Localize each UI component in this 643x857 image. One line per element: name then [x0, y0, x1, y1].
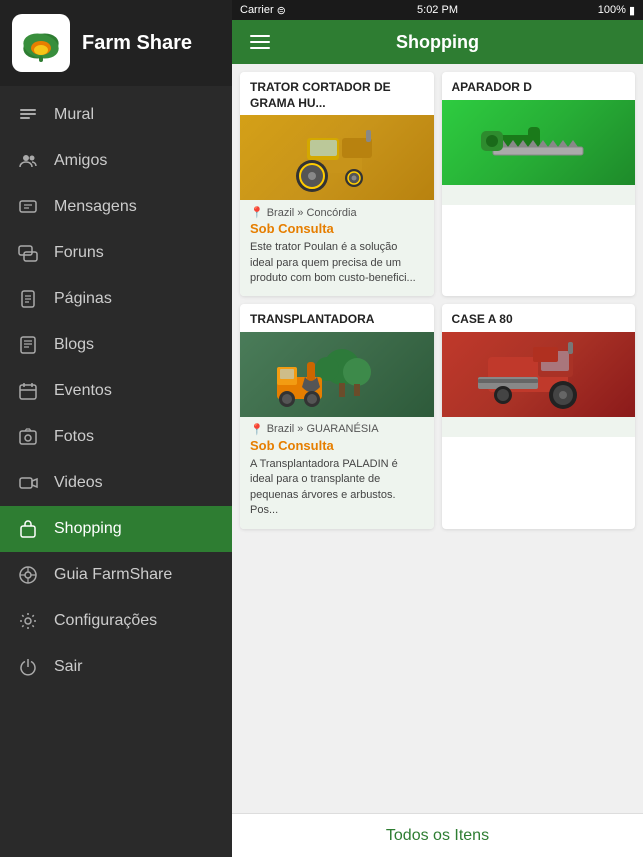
product-title: TRATOR CORTADOR DE GRAMA HU...: [250, 80, 424, 111]
card-body: 📍 Brazil » GUARANÉSIA Sob Consulta A Tra…: [240, 417, 434, 529]
wall-icon: [16, 103, 40, 127]
hamburger-line-2: [250, 41, 270, 43]
product-description: A Transplantadora PALADIN é ideal para o…: [250, 457, 424, 519]
card-body: [442, 417, 636, 437]
people-icon: [16, 149, 40, 173]
location-pin-icon: 📍: [250, 423, 264, 436]
power-icon: [16, 655, 40, 679]
wifi-icon: ⊜: [277, 4, 286, 17]
sidebar-nav: Mural Amigos Mensagens Foruns: [0, 86, 232, 857]
sidebar-item-eventos-label: Eventos: [54, 382, 112, 400]
blog-icon: [16, 333, 40, 357]
product-image-case: [442, 332, 636, 417]
card-body: 📍 Brazil » Concórdia Sob Consulta Este t…: [240, 200, 434, 296]
sidebar-item-amigos[interactable]: Amigos: [0, 138, 232, 184]
product-card-aparador[interactable]: Aparador d: [442, 72, 636, 296]
card-body: [442, 185, 636, 205]
sidebar-item-mensagens[interactable]: Mensagens: [0, 184, 232, 230]
sidebar-item-sair-label: Sair: [54, 658, 82, 676]
card-header: Aparador d: [442, 72, 636, 100]
sidebar-item-eventos[interactable]: Eventos: [0, 368, 232, 414]
sidebar-item-configuracoes-label: Configurações: [54, 612, 157, 630]
sidebar-item-mural[interactable]: Mural: [0, 92, 232, 138]
bottom-bar: Todos os Itens: [232, 813, 643, 857]
main-content: Carrier ⊜ 5:02 PM 100% ▮ Shopping TRATOR…: [232, 0, 643, 857]
app-logo: [12, 14, 70, 72]
carrier-label: Carrier: [240, 4, 274, 16]
sidebar-item-foruns-label: Foruns: [54, 244, 104, 262]
sidebar-item-mensagens-label: Mensagens: [54, 198, 137, 216]
product-image-transplantadora: [240, 332, 434, 417]
status-bar: Carrier ⊜ 5:02 PM 100% ▮: [232, 0, 643, 20]
location-pin-icon: 📍: [250, 206, 264, 219]
battery-icon: ▮: [629, 4, 635, 17]
product-price: Sob Consulta: [250, 438, 424, 453]
hamburger-button[interactable]: [246, 31, 274, 53]
shopping-icon: [16, 517, 40, 541]
sidebar-item-blogs[interactable]: Blogs: [0, 322, 232, 368]
product-location: 📍 Brazil » Concórdia: [250, 206, 424, 219]
sidebar-item-guia[interactable]: Guia FarmShare: [0, 552, 232, 598]
shopping-grid: TRATOR CORTADOR DE GRAMA HU...: [232, 64, 643, 813]
sidebar-item-configuracoes[interactable]: Configurações: [0, 598, 232, 644]
sidebar-item-videos-label: Videos: [54, 474, 103, 492]
product-card-trator[interactable]: TRATOR CORTADOR DE GRAMA HU...: [240, 72, 434, 296]
pages-icon: [16, 287, 40, 311]
forum-icon: [16, 241, 40, 265]
card-header: TRATOR CORTADOR DE GRAMA HU...: [240, 72, 434, 115]
sidebar-header: Farm Share: [0, 0, 232, 86]
battery-label: 100%: [598, 4, 626, 16]
card-header: TRANSPLANTADORA: [240, 304, 434, 332]
todos-os-itens-link[interactable]: Todos os Itens: [386, 827, 489, 845]
sidebar-item-sair[interactable]: Sair: [0, 644, 232, 690]
card-header: CASE A 80: [442, 304, 636, 332]
sidebar-item-mural-label: Mural: [54, 106, 94, 124]
calendar-icon: [16, 379, 40, 403]
product-image-aparador: [442, 100, 636, 185]
product-description: Este trator Poulan é a solução ideal par…: [250, 240, 424, 286]
product-card-transplantadora[interactable]: TRANSPLANTADORA: [240, 304, 434, 528]
photo-icon: [16, 425, 40, 449]
product-title: CASE A 80: [452, 312, 626, 328]
product-price: Sob Consulta: [250, 221, 424, 236]
app-name: Farm Share: [82, 32, 192, 55]
sidebar-item-shopping[interactable]: Shopping: [0, 506, 232, 552]
sidebar-item-foruns[interactable]: Foruns: [0, 230, 232, 276]
sidebar-item-shopping-label: Shopping: [54, 520, 122, 538]
sidebar-item-fotos-label: Fotos: [54, 428, 94, 446]
sidebar-item-blogs-label: Blogs: [54, 336, 94, 354]
settings-icon: [16, 609, 40, 633]
top-bar: Shopping: [232, 20, 643, 64]
status-time: 5:02 PM: [417, 4, 458, 16]
video-icon: [16, 471, 40, 495]
product-title: TRANSPLANTADORA: [250, 312, 424, 328]
product-title: Aparador d: [452, 80, 626, 96]
message-icon: [16, 195, 40, 219]
sidebar-item-amigos-label: Amigos: [54, 152, 107, 170]
sidebar-item-guia-label: Guia FarmShare: [54, 566, 172, 584]
page-title: Shopping: [396, 32, 479, 53]
sidebar-item-videos[interactable]: Videos: [0, 460, 232, 506]
product-card-case[interactable]: CASE A 80: [442, 304, 636, 528]
product-location: 📍 Brazil » GUARANÉSIA: [250, 423, 424, 436]
guide-icon: [16, 563, 40, 587]
sidebar-item-paginas-label: Páginas: [54, 290, 112, 308]
hamburger-line-3: [250, 47, 270, 49]
sidebar-item-paginas[interactable]: Páginas: [0, 276, 232, 322]
hamburger-line-1: [250, 35, 270, 37]
product-image-trator: [240, 115, 434, 200]
sidebar: Farm Share Mural Amigos Mensagens: [0, 0, 232, 857]
sidebar-item-fotos[interactable]: Fotos: [0, 414, 232, 460]
